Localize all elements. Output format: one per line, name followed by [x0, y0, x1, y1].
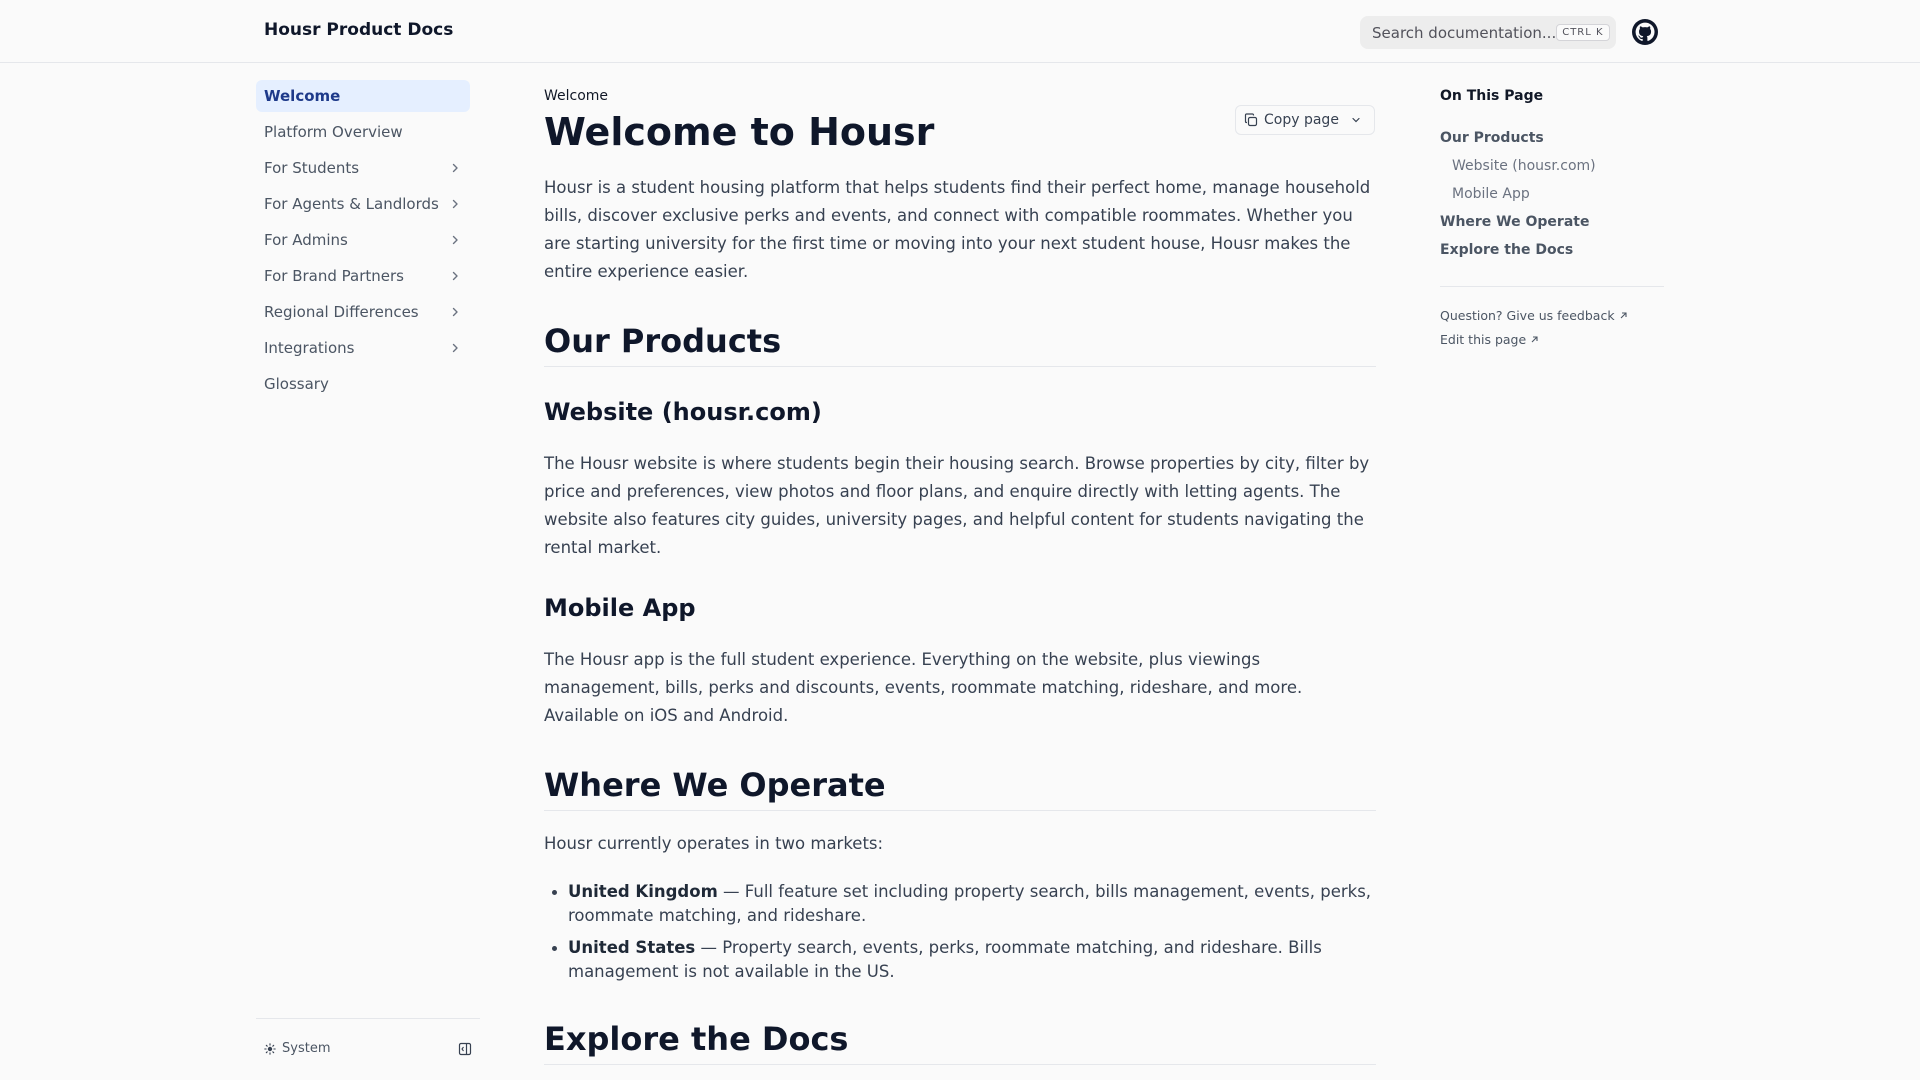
list-item: United Kingdom — Full feature set includ…: [544, 880, 1376, 928]
theme-toggle[interactable]: System: [264, 1041, 330, 1056]
sidebar-item-label: Regional Differences: [264, 303, 419, 321]
sidebar-item-label: Platform Overview: [264, 123, 403, 141]
sidebar-item-welcome[interactable]: Welcome: [256, 80, 470, 112]
toc-item-where-we-operate[interactable]: Where We Operate: [1440, 214, 1664, 242]
sidebar-item-label: For Students: [264, 159, 360, 177]
collapse-sidebar-icon[interactable]: [458, 1041, 472, 1056]
toc-item-explore-the-docs[interactable]: Explore the Docs: [1440, 242, 1664, 270]
sidebar-item-platform-overview[interactable]: Platform Overview: [256, 116, 470, 148]
search-input[interactable]: Search documentation... CTRL K: [1360, 16, 1616, 49]
toc-item-our-products[interactable]: Our Products: [1440, 130, 1664, 158]
search-placeholder: Search documentation...: [1372, 23, 1557, 42]
copy-page-button[interactable]: Copy page: [1235, 105, 1375, 135]
feedback-link[interactable]: Question? Give us feedback: [1440, 303, 1664, 327]
chevron-down-icon: [1352, 117, 1360, 123]
operate-paragraph: Housr currently operates in two markets:: [544, 834, 884, 853]
sidebar-item-label: Integrations: [264, 339, 355, 357]
copy-page-label: Copy page: [1264, 112, 1339, 128]
github-icon[interactable]: [1632, 19, 1658, 45]
heading-website: Website (housr.com): [544, 398, 822, 426]
heading-where-we-operate: Where We Operate: [544, 766, 1376, 811]
edit-page-link[interactable]: Edit this page: [1440, 327, 1664, 351]
sidebar-item-label: For Admins: [264, 231, 348, 249]
chevron-right-icon: [448, 197, 462, 211]
sidebar-item-label: For Brand Partners: [264, 267, 404, 285]
feedback-link-label: Question? Give us feedback: [1440, 307, 1615, 323]
sidebar-footer: System: [256, 1018, 480, 1080]
external-link-icon: [1620, 311, 1627, 318]
sun-icon: [264, 1042, 276, 1055]
chevron-right-icon: [448, 161, 462, 175]
sidebar-item-integrations[interactable]: Integrations: [256, 332, 470, 364]
sidebar-nav: Welcome Platform Overview For Students F…: [256, 80, 470, 404]
sidebar-item-label: Welcome: [264, 87, 341, 105]
breadcrumb[interactable]: Welcome: [544, 88, 608, 104]
chevron-right-icon: [448, 233, 462, 247]
theme-label: System: [282, 1041, 331, 1056]
edit-page-link-label: Edit this page: [1440, 331, 1527, 347]
table-of-contents: On This Page Our Products Website (housr…: [1440, 88, 1664, 351]
sidebar-item-glossary[interactable]: Glossary: [256, 368, 470, 400]
website-paragraph: The Housr website is where students begi…: [544, 454, 1370, 557]
toc-title: On This Page: [1440, 88, 1544, 104]
sidebar-item-label: Glossary: [264, 375, 329, 393]
external-link-icon: [1531, 335, 1538, 342]
chevron-right-icon: [448, 269, 462, 283]
heading-explore-the-docs: Explore the Docs: [544, 1020, 1376, 1065]
mobile-app-paragraph: The Housr app is the full student experi…: [544, 650, 1303, 725]
sidebar-item-for-agents-landlords[interactable]: For Agents & Landlords: [256, 188, 470, 220]
toc-divider: Question? Give us feedback Edit this pag…: [1440, 286, 1664, 351]
copy-icon: [1244, 113, 1258, 127]
heading-mobile-app: Mobile App: [544, 594, 696, 622]
sidebar-item-for-students[interactable]: For Students: [256, 152, 470, 184]
chevron-right-icon: [448, 341, 462, 355]
site-title[interactable]: Housr Product Docs: [264, 20, 453, 40]
chevron-right-icon: [448, 305, 462, 319]
page-title: Welcome to Housr: [544, 110, 935, 154]
top-bar: Housr Product Docs Search documentation.…: [0, 0, 1920, 63]
toc-item-website[interactable]: Website (housr.com): [1440, 158, 1664, 186]
sidebar-item-regional-differences[interactable]: Regional Differences: [256, 296, 470, 328]
markets-list: United Kingdom — Full feature set includ…: [544, 880, 1376, 992]
toc-item-mobile-app[interactable]: Mobile App: [1440, 186, 1664, 214]
sidebar-item-for-admins[interactable]: For Admins: [256, 224, 470, 256]
heading-our-products: Our Products: [544, 322, 1376, 367]
sidebar-item-label: For Agents & Landlords: [264, 195, 439, 213]
market-name: United Kingdom: [568, 882, 718, 901]
intro-paragraph: Housr is a student housing platform that…: [544, 178, 1371, 281]
search-shortcut: CTRL K: [1556, 24, 1610, 41]
sidebar-item-for-brand-partners[interactable]: For Brand Partners: [256, 260, 470, 292]
list-item: United States — Property search, events,…: [544, 936, 1376, 984]
market-name: United States: [568, 938, 696, 957]
